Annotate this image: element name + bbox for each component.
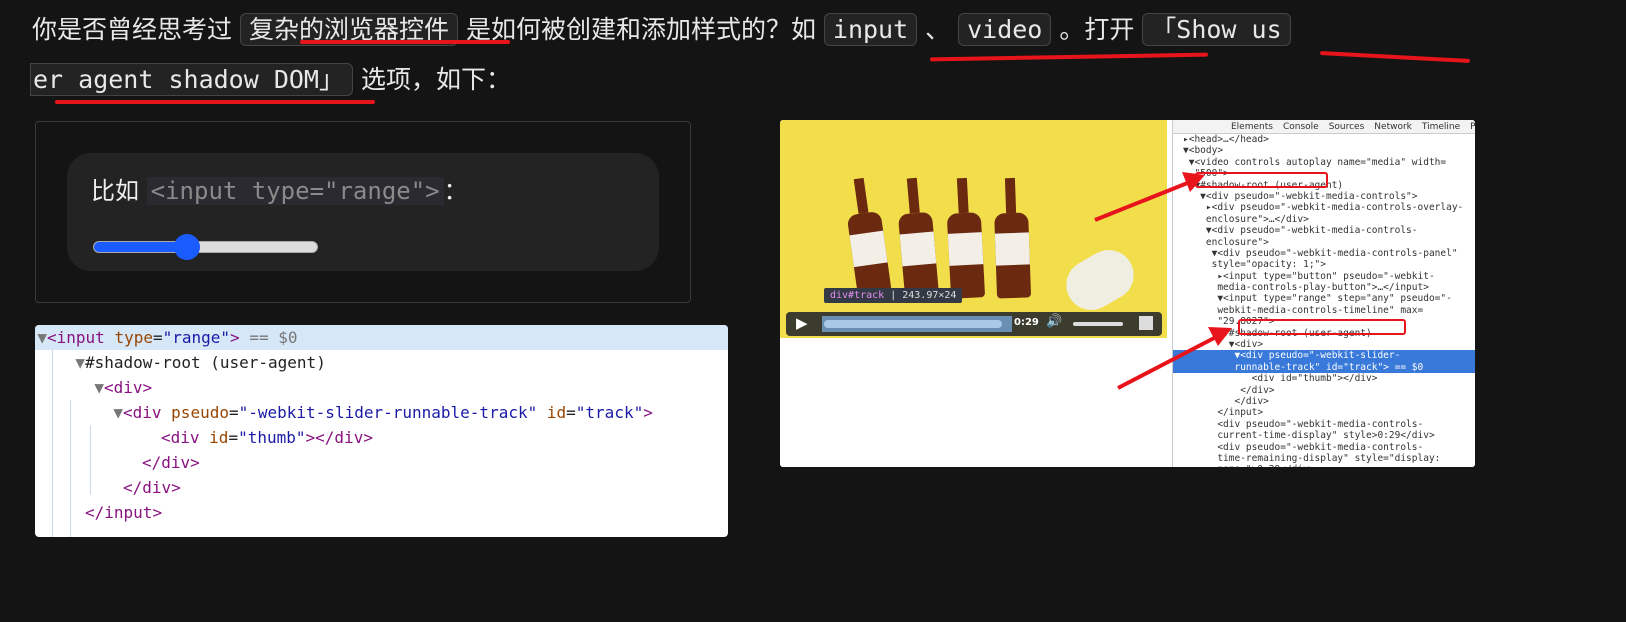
arrow xyxy=(1094,180,1191,222)
arrow xyxy=(1117,334,1219,390)
arrow-head xyxy=(1208,327,1232,346)
red-arrows xyxy=(1094,172,1232,390)
